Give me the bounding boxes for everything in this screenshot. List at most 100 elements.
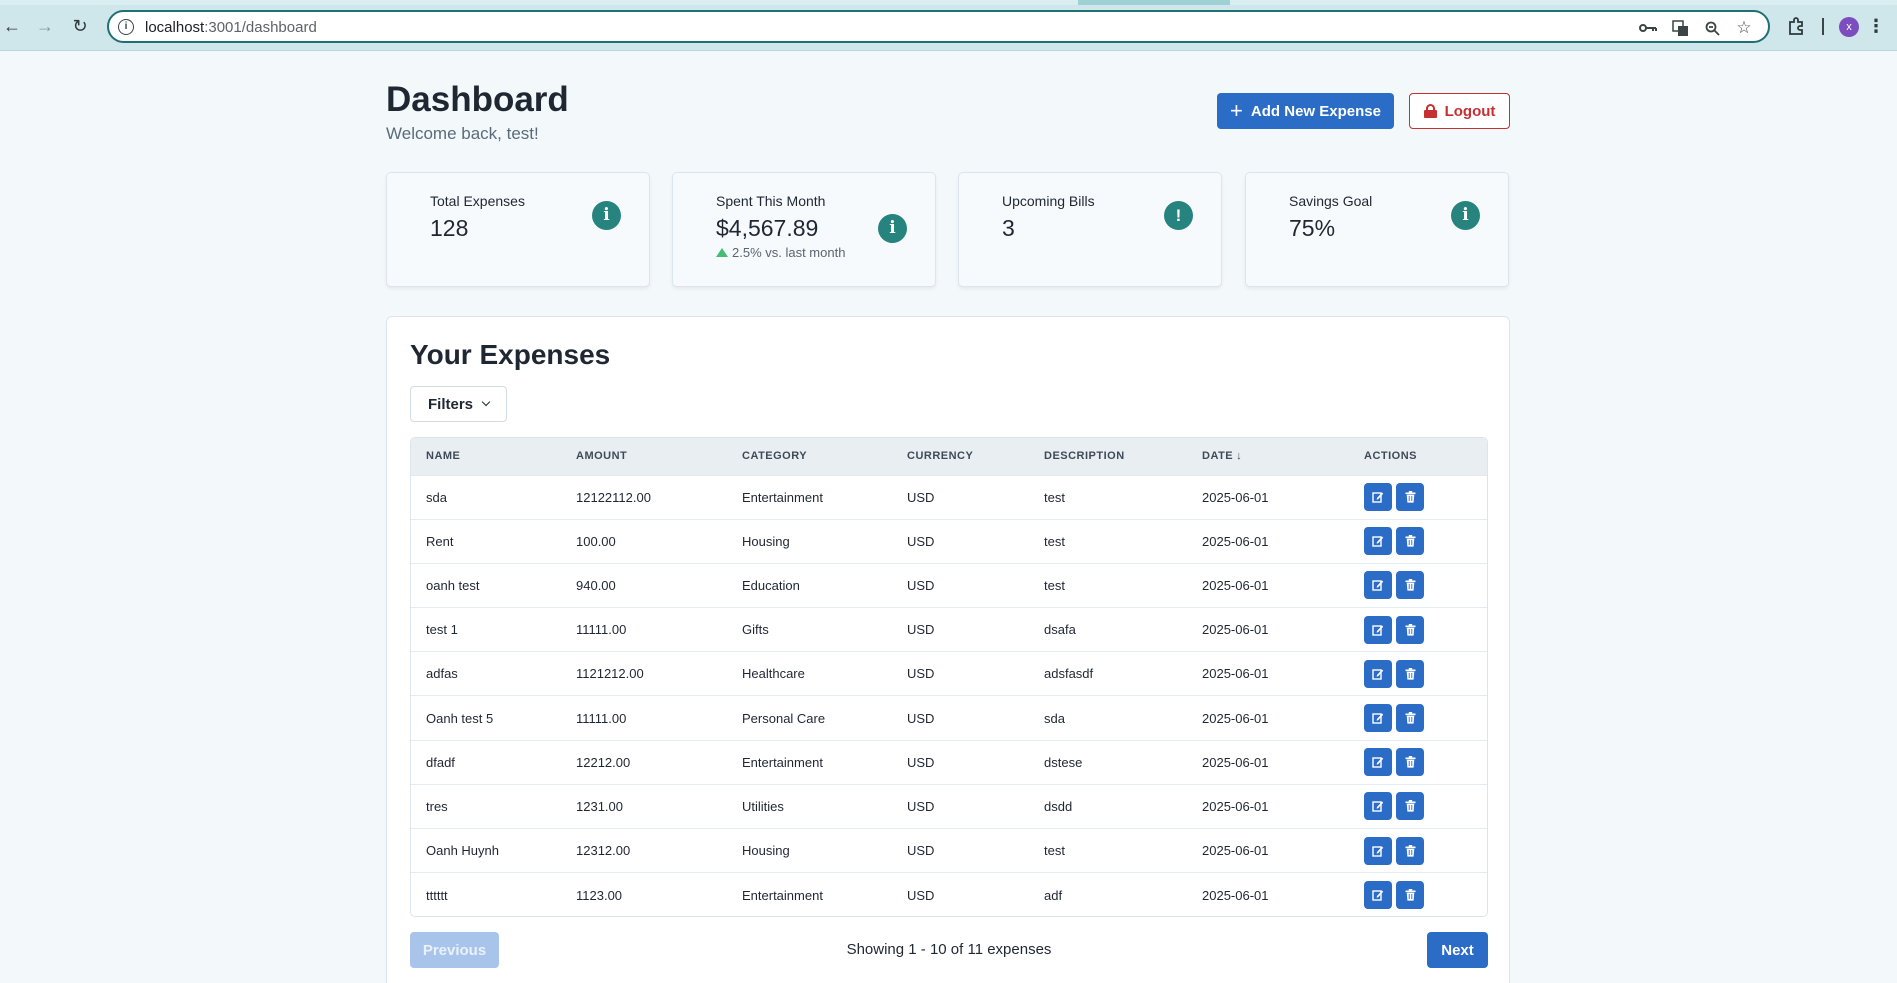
edit-button[interactable] <box>1364 881 1392 910</box>
edit-button[interactable] <box>1364 748 1392 777</box>
cell-date: 2025-06-01 <box>1202 843 1269 859</box>
cell-amount: 940.00 <box>576 577 616 593</box>
delete-button[interactable] <box>1396 659 1424 688</box>
table-row: tttttt 1123.00 Entertainment USD adf 2025-06-… <box>411 872 1487 916</box>
cell-date: 2025-06-01 <box>1202 533 1269 549</box>
delete-button[interactable] <box>1396 881 1424 910</box>
reload-icon[interactable]: ↻ <box>68 14 92 38</box>
cell-date: 2025-06-01 <box>1202 754 1269 770</box>
add-expense-button[interactable]: + Add New Expense <box>1217 93 1394 129</box>
cell-category: Entertainment <box>742 489 823 505</box>
plus-icon: + <box>1230 98 1243 123</box>
cell-currency: USD <box>907 622 935 638</box>
next-button[interactable]: Next <box>1427 932 1488 968</box>
cell-actions <box>1349 608 1487 652</box>
delete-button[interactable] <box>1396 483 1424 512</box>
password-key-icon[interactable] <box>1639 19 1657 37</box>
menu-kebab-icon[interactable]: ⋮ <box>1864 14 1888 38</box>
delete-button[interactable] <box>1396 792 1424 821</box>
column-header-currency[interactable]: CURRENCY <box>892 438 1029 475</box>
edit-icon <box>1372 845 1384 857</box>
filters-button[interactable]: Filters <box>410 386 507 422</box>
column-header-description[interactable]: DESCRIPTION <box>1029 438 1187 475</box>
cell-actions <box>1349 784 1487 828</box>
cell-amount: 1231.00 <box>576 798 623 814</box>
edit-button[interactable] <box>1364 836 1392 865</box>
cell-category: Housing <box>742 843 790 859</box>
alert-icon: ! <box>1164 201 1193 230</box>
address-bar[interactable]: i localhost:3001/dashboard ☆ <box>107 10 1770 43</box>
delete-button[interactable] <box>1396 704 1424 733</box>
edit-button[interactable] <box>1364 704 1392 733</box>
bookmark-star-icon[interactable]: ☆ <box>1735 18 1753 37</box>
edit-button[interactable] <box>1364 483 1392 512</box>
cell-name: tres <box>426 798 448 814</box>
cell-category: Entertainment <box>742 754 823 770</box>
cell-actions <box>1349 829 1487 873</box>
cell-date: 2025-06-01 <box>1202 622 1269 638</box>
edit-icon <box>1372 535 1384 547</box>
column-header-amount[interactable]: AMOUNT <box>561 438 727 475</box>
cell-currency: USD <box>907 710 935 726</box>
cell-date: 2025-06-01 <box>1202 577 1269 593</box>
back-icon[interactable]: ← <box>0 14 24 38</box>
column-header-name[interactable]: NAME <box>411 438 561 475</box>
trash-icon <box>1405 579 1416 592</box>
delete-button[interactable] <box>1396 615 1424 644</box>
edit-button[interactable] <box>1364 792 1392 821</box>
url-text[interactable]: localhost:3001/dashboard <box>145 19 317 36</box>
cell-amount: 12212.00 <box>576 754 631 770</box>
lock-icon <box>1423 104 1437 118</box>
cell-amount: 11111.00 <box>576 622 627 638</box>
cell-amount: 11111.00 <box>576 710 627 726</box>
cell-name: adfas <box>426 666 458 682</box>
cell-name: Rent <box>426 533 454 549</box>
extensions-icon[interactable] <box>1784 14 1808 38</box>
delete-button[interactable] <box>1396 836 1424 865</box>
table-row: oanh test 940.00 Education USD test 2025-06-0… <box>411 563 1487 607</box>
column-header-date[interactable]: DATE ↓ <box>1187 438 1349 475</box>
forward-icon[interactable]: → <box>33 14 57 38</box>
translate-icon[interactable] <box>1671 19 1689 37</box>
cell-name: dfadf <box>426 754 455 770</box>
zoom-icon[interactable] <box>1703 19 1721 37</box>
pagination-info: Showing 1 - 10 of 11 expenses <box>846 941 1052 958</box>
cell-description: dsafa <box>1044 622 1076 638</box>
pagination: Previous Showing 1 - 10 of 11 expenses N… <box>410 932 1488 968</box>
delete-button[interactable] <box>1396 571 1424 600</box>
trend-text: 2.5% vs. last month <box>716 245 845 260</box>
edit-button[interactable] <box>1364 659 1392 688</box>
browser-tab[interactable] <box>0 0 1078 5</box>
edit-button[interactable] <box>1364 615 1392 644</box>
edit-button[interactable] <box>1364 571 1392 600</box>
delete-button[interactable] <box>1396 527 1424 556</box>
cell-amount: 12122112.00 <box>576 489 651 505</box>
stat-card-total-expenses: Total Expenses 128 i <box>386 172 650 287</box>
cell-actions <box>1349 652 1487 696</box>
trash-icon <box>1405 844 1416 857</box>
info-icon: i <box>1451 201 1480 230</box>
expenses-table: NAME AMOUNT CATEGORY CURRENCY DESCRIPTIO… <box>410 437 1488 917</box>
column-header-category[interactable]: CATEGORY <box>727 438 892 475</box>
trash-icon <box>1405 667 1416 680</box>
delete-button[interactable] <box>1396 748 1424 777</box>
edit-icon <box>1372 624 1384 636</box>
expenses-title: Your Expenses <box>410 339 611 370</box>
trend-up-icon <box>716 248 728 257</box>
cell-actions <box>1349 740 1487 784</box>
edit-button[interactable] <box>1364 527 1392 556</box>
logout-button[interactable]: Logout <box>1409 93 1510 129</box>
stat-card-upcoming-bills: Upcoming Bills 3 ! <box>958 172 1222 287</box>
edit-icon <box>1372 579 1384 592</box>
cell-category: Entertainment <box>742 887 823 903</box>
site-info-icon[interactable]: i <box>118 19 134 35</box>
profile-avatar[interactable]: x <box>1839 17 1859 37</box>
browser-toolbar: ← → ↻ i localhost:3001/dashboard ☆ x ⋮ <box>0 0 1897 51</box>
stat-card-savings-goal: Savings Goal 75% i <box>1245 172 1509 287</box>
browser-tab[interactable] <box>1230 0 1897 5</box>
cell-date: 2025-06-01 <box>1202 798 1269 814</box>
cell-actions <box>1349 519 1487 563</box>
cell-amount: 1121212.00 <box>576 666 644 682</box>
cell-category: Education <box>742 577 800 593</box>
cell-currency: USD <box>907 798 935 814</box>
